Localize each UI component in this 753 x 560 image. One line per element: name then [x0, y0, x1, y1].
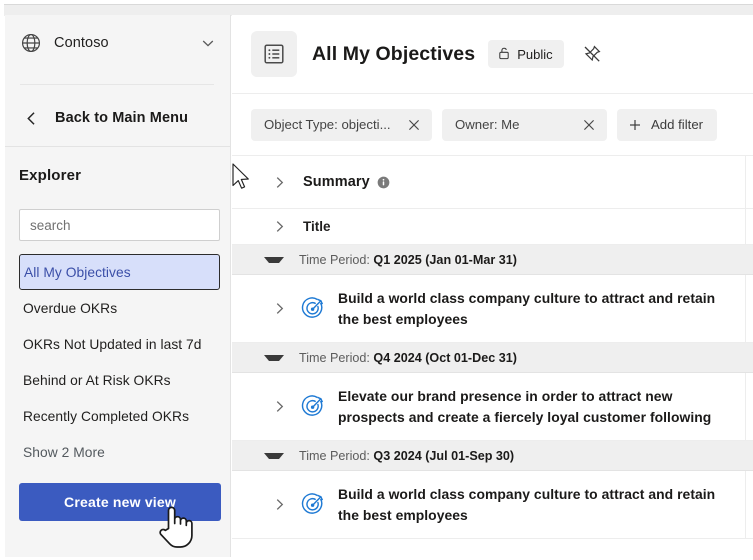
objective-title: Elevate our brand presence in order to a… [338, 387, 712, 425]
sidebar-item-overdue-okrs[interactable]: Overdue OKRs [5, 290, 230, 326]
summary-label: Summary [303, 174, 370, 190]
add-filter-button[interactable]: Add filter [617, 108, 718, 141]
explorer-heading: Explorer [19, 167, 82, 184]
search-input[interactable] [19, 209, 220, 241]
group-value: Q3 2024 (Jul 01-Sep 30) [373, 448, 515, 463]
group-prefix: Time Period: [299, 448, 374, 463]
view-list: All My Objectives Overdue OKRs OKRs Not … [5, 254, 230, 470]
chevron-right-icon[interactable] [272, 497, 287, 512]
back-to-main-menu-label: Back to Main Menu [55, 110, 189, 126]
group-prefix: Time Period: [299, 252, 374, 267]
filter-chip-label: Owner: Me [455, 117, 520, 132]
objective-title: Build a world class company culture to a… [338, 485, 716, 523]
sidebar-divider-mid [5, 146, 230, 147]
sidebar-item-okrs-not-updated[interactable]: OKRs Not Updated in last 7d [5, 326, 230, 362]
back-to-main-menu-button[interactable]: Back to Main Menu [5, 93, 230, 143]
filter-chip-owner[interactable]: Owner: Me [442, 108, 607, 141]
triangle-down-icon[interactable] [264, 452, 284, 459]
group-value: Q1 2025 (Jan 01-Mar 31) [373, 252, 517, 267]
visibility-badge[interactable]: Public [488, 40, 564, 68]
triangle-down-icon[interactable] [264, 354, 284, 361]
add-filter-label: Add filter [651, 117, 704, 132]
group-header-row[interactable]: Time Period: Q4 2024 (Oct 01-Dec 31) [232, 343, 753, 373]
unlock-icon [497, 46, 511, 63]
column-separator [745, 209, 746, 244]
chevron-left-icon [23, 110, 40, 127]
create-new-view-button[interactable]: Create new view [19, 483, 221, 521]
sidebar-item-label: OKRs Not Updated in last 7d [23, 336, 202, 352]
objective-row[interactable]: Build a world class company culture to a… [232, 471, 753, 539]
org-name: Contoso [54, 35, 109, 51]
group-label: Time Period: Q4 2024 (Oct 01-Dec 31) [299, 351, 517, 365]
objectives-table: Summary Title Time Period: Q1 2025 (Jan … [232, 156, 753, 557]
chevron-right-icon[interactable] [272, 399, 287, 414]
sidebar-item-recently-completed[interactable]: Recently Completed OKRs [5, 398, 230, 434]
filter-chip-label: Object Type: objecti... [264, 117, 391, 132]
objective-target-icon [300, 492, 326, 518]
chevron-down-icon[interactable] [200, 35, 216, 51]
objective-target-icon [300, 296, 326, 322]
sidebar-item-show-more[interactable]: Show 2 More [5, 434, 230, 470]
plus-icon [628, 118, 642, 132]
globe-icon [20, 32, 42, 54]
column-separator [745, 156, 746, 208]
group-prefix: Time Period: [299, 350, 374, 365]
sidebar-item-label: Overdue OKRs [23, 300, 118, 316]
list-view-icon [251, 31, 297, 77]
org-switcher[interactable]: Contoso [5, 15, 230, 71]
summary-row[interactable]: Summary [232, 156, 753, 209]
column-separator [745, 373, 746, 440]
chevron-right-icon[interactable] [272, 301, 287, 316]
page-title: All My Objectives [312, 42, 476, 65]
main-panel: All My Objectives Public Object Type: ob… [232, 15, 753, 557]
info-icon[interactable] [377, 176, 390, 189]
unpin-icon[interactable] [580, 42, 604, 66]
sidebar-divider-top [20, 84, 214, 85]
group-header-row[interactable]: Time Period: Q1 2025 (Jan 01-Mar 31) [232, 245, 753, 275]
triangle-down-icon[interactable] [264, 256, 284, 263]
view-header: All My Objectives Public [232, 15, 753, 94]
title-column-header-row[interactable]: Title [232, 209, 753, 245]
objective-row[interactable]: Elevate our brand presence in order to a… [232, 373, 753, 441]
sidebar-item-all-my-objectives[interactable]: All My Objectives [19, 254, 220, 290]
group-label: Time Period: Q3 2024 (Jul 01-Sep 30) [299, 449, 514, 463]
column-header-title: Title [303, 219, 331, 234]
chevron-right-icon[interactable] [272, 219, 287, 234]
objective-row[interactable]: Build a world class company culture to a… [232, 275, 753, 343]
sidebar-item-label: Show 2 More [23, 444, 105, 460]
window-frame-left [0, 0, 4, 560]
chevron-right-icon[interactable] [272, 175, 287, 190]
objective-title: Build a world class company culture to a… [338, 289, 716, 327]
sidebar-item-behind-or-at-risk[interactable]: Behind or At Risk OKRs [5, 362, 230, 398]
objective-target-icon [300, 394, 326, 420]
group-value: Q4 2024 (Oct 01-Dec 31) [373, 350, 517, 365]
column-separator [745, 471, 746, 538]
filter-bar: Object Type: objecti... Owner: Me Add fi… [232, 94, 753, 156]
sidebar-item-label: Behind or At Risk OKRs [23, 372, 171, 388]
close-icon[interactable] [582, 118, 596, 132]
column-separator [745, 275, 746, 342]
app-window: Contoso Back to Main Menu Explorer All M… [0, 0, 753, 560]
sidebar-item-label: All My Objectives [24, 264, 131, 280]
filter-chip-object-type[interactable]: Object Type: objecti... [251, 108, 432, 141]
group-header-row[interactable]: Time Period: Q3 2024 (Jul 01-Sep 30) [232, 441, 753, 471]
group-label: Time Period: Q1 2025 (Jan 01-Mar 31) [299, 253, 517, 267]
close-icon[interactable] [407, 118, 421, 132]
sidebar-item-label: Recently Completed OKRs [23, 408, 190, 424]
sidebar: Contoso Back to Main Menu Explorer All M… [5, 15, 231, 557]
visibility-label: Public [517, 46, 553, 62]
